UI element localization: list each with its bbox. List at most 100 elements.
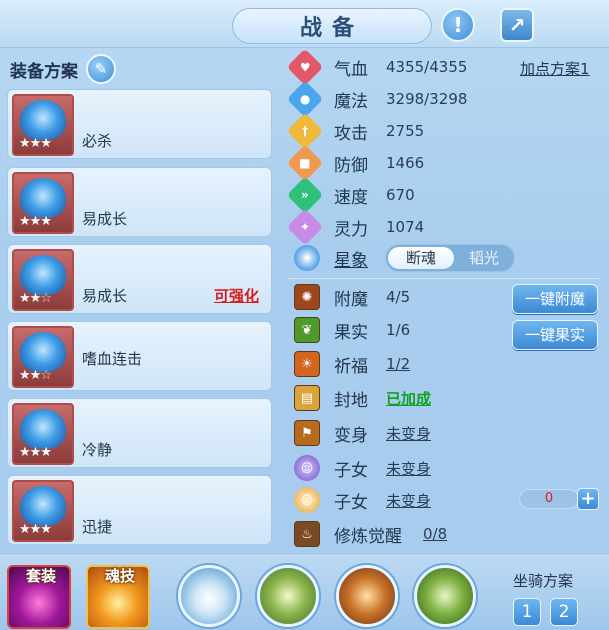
stat-row-mp: ● 魔法 3298/3298 bbox=[286, 80, 467, 118]
mount-plan-1-button[interactable]: 1 bbox=[513, 598, 541, 626]
stat-value: 2755 bbox=[386, 122, 425, 140]
blessing-icon: ☀ bbox=[294, 351, 320, 377]
stat-row-def: ■ 防御 1466 bbox=[286, 144, 424, 182]
exclamation-icon: ! bbox=[453, 13, 463, 37]
equipment-art bbox=[20, 100, 66, 140]
stat-value: 3298/3298 bbox=[386, 90, 468, 108]
cultivation-icon: ♨ bbox=[294, 521, 320, 547]
stat-value: 1466 bbox=[386, 154, 425, 172]
stat-label: 攻击 bbox=[334, 123, 368, 144]
soul-skill-button[interactable]: 魂技 bbox=[86, 565, 150, 629]
equip-card-1[interactable]: ★★★ 必杀 bbox=[7, 89, 272, 159]
mount-plan-label: 坐骑方案 bbox=[513, 572, 574, 590]
page-title: 战备 bbox=[299, 16, 364, 41]
stat-label: 速度 bbox=[334, 187, 368, 208]
star-rating: ★★☆ bbox=[19, 291, 52, 306]
equip-name: 冷静 bbox=[82, 441, 113, 459]
buff-label: 果实 bbox=[334, 322, 368, 343]
equip-card-5[interactable]: ★★★ 冷静 bbox=[7, 398, 272, 468]
equipment-art bbox=[20, 332, 66, 372]
star-rating: ★★★ bbox=[19, 522, 52, 537]
pencil-icon: ✎ bbox=[94, 60, 108, 78]
buff-value[interactable]: 1/2 bbox=[386, 355, 410, 373]
one-click-enchant-button[interactable]: 一键附魔 bbox=[512, 284, 598, 314]
buff-label: 子女 bbox=[334, 492, 368, 513]
buff-value: 4/5 bbox=[386, 288, 411, 306]
buff-label: 修炼觉醒 bbox=[334, 526, 402, 547]
title-plate: 战备 bbox=[232, 8, 432, 44]
sword-icon: † bbox=[286, 112, 324, 150]
mount-plan-2-button[interactable]: 2 bbox=[550, 598, 578, 626]
one-click-fruit-button[interactable]: 一键果实 bbox=[512, 320, 598, 350]
toggle-option-active[interactable]: 断魂 bbox=[388, 247, 454, 269]
stat-label: 防御 bbox=[334, 155, 368, 176]
buff-value[interactable]: 0/8 bbox=[423, 525, 447, 543]
star-sign-icon: ✧ bbox=[294, 245, 320, 271]
share-button[interactable]: ↗ bbox=[500, 8, 534, 42]
stat-row-spd: » 速度 670 bbox=[286, 176, 415, 214]
equip-card-3[interactable]: ★★☆ 易成长 可强化 bbox=[7, 244, 272, 314]
divider bbox=[288, 278, 600, 279]
fist-skill-icon[interactable] bbox=[178, 565, 240, 627]
equipment-icon: ★★★ bbox=[12, 94, 74, 156]
stat-label: 气血 bbox=[334, 59, 368, 80]
equipment-icon: ★★★ bbox=[12, 403, 74, 465]
buff-row-enchant: ✺ 附魔 4/5 bbox=[290, 282, 410, 312]
equip-card-6[interactable]: ★★★ 迅捷 bbox=[7, 475, 272, 545]
buff-value[interactable]: 未变身 bbox=[386, 490, 431, 511]
equipment-art bbox=[20, 255, 66, 295]
info-button[interactable]: ! bbox=[441, 8, 475, 42]
drum-skill-icon[interactable] bbox=[336, 565, 398, 627]
equipment-art bbox=[20, 178, 66, 218]
enchant-icon: ✺ bbox=[294, 284, 320, 310]
upgradable-tag[interactable]: 可强化 bbox=[214, 285, 259, 306]
child-icon: ☺ bbox=[294, 455, 320, 481]
buff-label: 子女 bbox=[334, 460, 368, 481]
edit-button[interactable]: ✎ bbox=[86, 54, 116, 84]
toggle-option-inactive[interactable]: 韬光 bbox=[456, 247, 512, 269]
child-icon: ☺ bbox=[294, 487, 320, 513]
stat-row-spirit: ✦ 灵力 1074 bbox=[286, 208, 424, 246]
equipment-icon: ★★☆ bbox=[12, 249, 74, 311]
buff-value[interactable]: 未变身 bbox=[386, 423, 431, 444]
stat-row-atk: † 攻击 2755 bbox=[286, 112, 424, 150]
equipment-art bbox=[20, 486, 66, 526]
heart-icon: ♥ bbox=[286, 48, 324, 86]
star-rating: ★★★ bbox=[19, 214, 52, 229]
child-stepper[interactable]: 0 + bbox=[519, 488, 601, 510]
buff-value[interactable]: 已加成 bbox=[386, 388, 431, 409]
stat-row-hp: ♥ 气血 4355/4355 bbox=[286, 48, 467, 86]
buff-row-transform: ⚑ 变身 未变身 bbox=[290, 418, 431, 448]
fruit-icon: ❦ bbox=[294, 317, 320, 343]
equip-card-2[interactable]: ★★★ 易成长 bbox=[7, 167, 272, 237]
stat-value: 670 bbox=[386, 186, 415, 204]
stat-value: 1074 bbox=[386, 218, 425, 236]
stat-label: 灵力 bbox=[334, 219, 368, 240]
equipment-art bbox=[20, 409, 66, 449]
equip-plan-header: 装备方案 ✎ bbox=[10, 54, 116, 84]
plus-button[interactable]: + bbox=[577, 488, 599, 510]
star-sign-toggle[interactable]: 断魂 韬光 bbox=[385, 244, 515, 272]
equip-name: 嗜血连击 bbox=[82, 350, 143, 368]
spirit-icon: ✦ bbox=[286, 208, 324, 246]
buff-label: 附魔 bbox=[334, 289, 368, 310]
blade-skill-icon[interactable] bbox=[414, 565, 476, 627]
soul-skill-label: 魂技 bbox=[104, 567, 135, 585]
stat-plan-link[interactable]: 加点方案1 bbox=[520, 58, 590, 79]
buff-value[interactable]: 未变身 bbox=[386, 458, 431, 479]
equip-name: 迅捷 bbox=[82, 518, 113, 536]
buff-row-blessing: ☀ 祈福 1/2 bbox=[290, 349, 410, 379]
suit-button[interactable]: 套装 bbox=[7, 565, 71, 629]
equip-plan-title: 装备方案 bbox=[10, 61, 78, 82]
buff-row-child-2: ☺ 子女 未变身 bbox=[290, 485, 431, 515]
scroll-icon: ▤ bbox=[294, 385, 320, 411]
buff-label: 祈福 bbox=[334, 356, 368, 377]
equip-name: 易成长 bbox=[82, 287, 128, 305]
star-rating: ★★★ bbox=[19, 136, 52, 151]
buff-row-cultivation: ♨ 修炼觉醒 0/8 bbox=[290, 519, 447, 549]
stepper-value[interactable]: 0 bbox=[519, 489, 579, 509]
sword-skill-icon[interactable] bbox=[257, 565, 319, 627]
equip-card-4[interactable]: ★★☆ 嗜血连击 bbox=[7, 321, 272, 391]
buff-row-fruit: ❦ 果实 1/6 bbox=[290, 315, 410, 345]
equip-name: 易成长 bbox=[82, 210, 128, 228]
